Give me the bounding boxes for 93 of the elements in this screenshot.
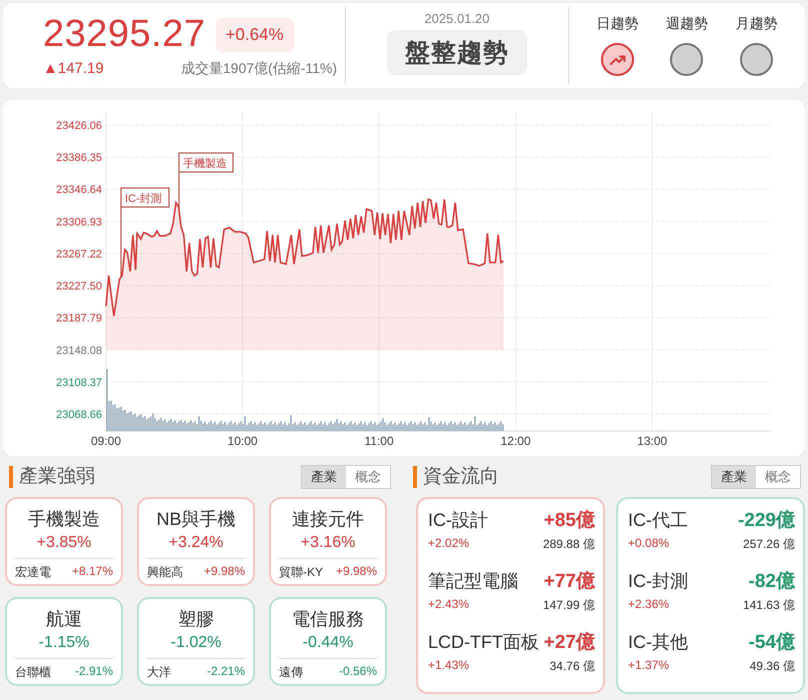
y-axis-label: 23306.93 xyxy=(56,216,102,228)
toggle-tab[interactable]: 產業 xyxy=(712,466,756,488)
stock-name: 貿聯-KY xyxy=(279,564,324,581)
stock-change: -2.91% xyxy=(74,664,113,680)
sector-card[interactable]: 航運 -1.15% 台聯櫃 -2.91% xyxy=(5,597,123,686)
sector-card[interactable]: 手機製造 +3.85% 宏達電 +8.17% xyxy=(5,497,123,586)
turnover-value: 289.88 億 xyxy=(542,536,595,553)
turnover-value: 34.76 億 xyxy=(550,658,595,675)
flow-amount: -229億 xyxy=(738,508,795,533)
sector-change: +3.24% xyxy=(168,534,224,552)
section-title: 資金流向 xyxy=(413,466,499,488)
y-axis-label: 23346.64 xyxy=(56,184,102,196)
y-axis-label: 23267.22 xyxy=(56,248,102,260)
sector-change: -0.44% xyxy=(302,634,354,652)
annotation: IC-封測 xyxy=(125,192,162,205)
trend-label: 日趨勢 xyxy=(596,15,639,33)
trend-indicator[interactable] xyxy=(601,43,634,76)
sector-card[interactable]: 電信服務 -0.44% 遠傳 -0.56% xyxy=(269,597,387,686)
stock-name: 宏達電 xyxy=(15,564,51,581)
trend-indicator[interactable] xyxy=(670,43,704,76)
stock-name: 遠傳 xyxy=(279,664,303,681)
y-axis-label: 23148.08 xyxy=(56,344,102,357)
leader-line xyxy=(120,206,122,278)
stock-change: +8.17% xyxy=(72,564,113,580)
sector-name: 手機製造 xyxy=(28,508,100,531)
industry-change: +2.36% xyxy=(628,597,670,613)
sector-card[interactable]: 塑膠 -1.02% 大洋 -2.21% xyxy=(137,597,255,686)
flow-amount: +85億 xyxy=(544,508,595,533)
trend-up-icon xyxy=(610,54,626,66)
stock-change: +9.98% xyxy=(204,564,245,580)
industry-change: +1.37% xyxy=(628,658,670,674)
turnover-value: 49.36 億 xyxy=(750,658,795,675)
x-axis-label: 12:00 xyxy=(500,434,531,448)
y-axis-label: 23187.79 xyxy=(56,312,102,325)
y-axis-label: 23386.35 xyxy=(56,152,102,164)
trend-indicator[interactable] xyxy=(740,43,773,76)
sector-name: 連接元件 xyxy=(292,508,364,531)
stock-name: 興能高 xyxy=(147,564,183,581)
turnover-value: 147.99 億 xyxy=(542,597,595,614)
trend-label: 月趨勢 xyxy=(735,15,778,33)
date-text: 2025.01.20 xyxy=(424,11,490,26)
industry-change: +2.02% xyxy=(428,536,470,552)
y-axis-label: 23426.06 xyxy=(56,120,102,132)
stock-change: -2.21% xyxy=(206,664,245,680)
industry-name: IC-其他 xyxy=(628,631,688,654)
sector-name: NB與手機 xyxy=(156,508,236,531)
trend-label: 週趨勢 xyxy=(666,15,708,33)
stock-change: +9.98% xyxy=(336,564,377,580)
trend-status-label: 盤整趨勢 xyxy=(387,30,527,75)
industry-name: 筆記型電腦 xyxy=(428,570,518,593)
annotation-label: 手機製造 xyxy=(178,152,234,172)
flow-amount: -54億 xyxy=(748,630,795,655)
sector-card[interactable]: 連接元件 +3.16% 貿聯-KY +9.98% xyxy=(269,497,387,586)
stock-change: -0.56% xyxy=(338,664,377,680)
annotation: 手機製造 xyxy=(183,157,227,170)
x-axis-label: 11:00 xyxy=(364,434,394,448)
sector-change: -1.02% xyxy=(170,634,222,652)
stock-name: 台聯櫃 xyxy=(15,664,51,681)
toggle-tab[interactable]: 概念 xyxy=(346,466,390,488)
industry-name: IC-封測 xyxy=(628,570,688,593)
y-axis-label: 23108.37 xyxy=(56,376,102,389)
sector-change: +3.16% xyxy=(300,534,356,552)
toggle-tab[interactable]: 產業 xyxy=(302,466,346,488)
industry-change: +2.43% xyxy=(428,597,470,613)
section-title: 產業強弱 xyxy=(9,466,95,488)
turnover-value: 141.63 億 xyxy=(742,597,795,614)
sector-name: 塑膠 xyxy=(178,608,214,631)
annotation-label: IC-封測 xyxy=(120,188,170,208)
sector-name: 電信服務 xyxy=(292,608,364,631)
y-axis-label: 23068.66 xyxy=(56,409,102,422)
industry-name: IC-代工 xyxy=(628,509,688,532)
flow-amount: +77億 xyxy=(544,570,595,594)
stock-name: 大洋 xyxy=(147,664,171,681)
industry-name: IC-設計 xyxy=(428,509,488,532)
sector-name: 航運 xyxy=(46,608,82,631)
industry-change: +1.43% xyxy=(428,658,470,674)
x-axis-label: 13:00 xyxy=(637,434,668,448)
flow-amount: -82億 xyxy=(748,570,795,594)
sector-card[interactable]: NB與手機 +3.24% 興能高 +9.98% xyxy=(137,497,255,586)
flow-amount: +27億 xyxy=(544,630,595,655)
index-price: 23295.27 xyxy=(43,13,206,56)
turnover-value: 257.26 億 xyxy=(742,536,795,553)
industry-change: +0.08% xyxy=(628,536,670,552)
change-percent-badge: +0.64% xyxy=(216,18,294,52)
change-value: ▲147.19 xyxy=(43,60,104,77)
toggle-tab[interactable]: 概念 xyxy=(756,466,800,488)
x-axis-label: 10:00 xyxy=(228,434,258,448)
sector-change: -1.15% xyxy=(38,634,90,652)
industry-name: LCD-TFT面板 xyxy=(428,631,539,654)
sector-change: +3.85% xyxy=(36,534,92,552)
x-axis-label: 09:00 xyxy=(90,434,122,448)
volume-text: 成交量1907億(估縮-11%) xyxy=(180,60,337,78)
y-axis-label: 23227.50 xyxy=(56,280,102,293)
